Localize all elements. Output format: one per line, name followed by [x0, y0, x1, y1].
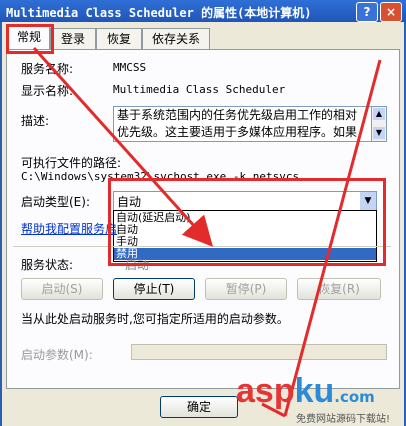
watermark-brand-2: ku — [294, 372, 335, 410]
annotation-arrows — [32, 46, 382, 418]
arrow-to-ok — [283, 59, 382, 417]
properties-window: Multimedia Class Scheduler 的属性(本地计算机) ? … — [0, 0, 406, 426]
watermark-suffix: .com — [334, 388, 375, 406]
watermark-brand: asp — [236, 372, 295, 410]
site-watermark: aspku.com — [236, 372, 375, 411]
watermark-tagline: 免费网站源码下载站! — [296, 414, 391, 425]
arrow-to-dropdown — [32, 46, 214, 247]
